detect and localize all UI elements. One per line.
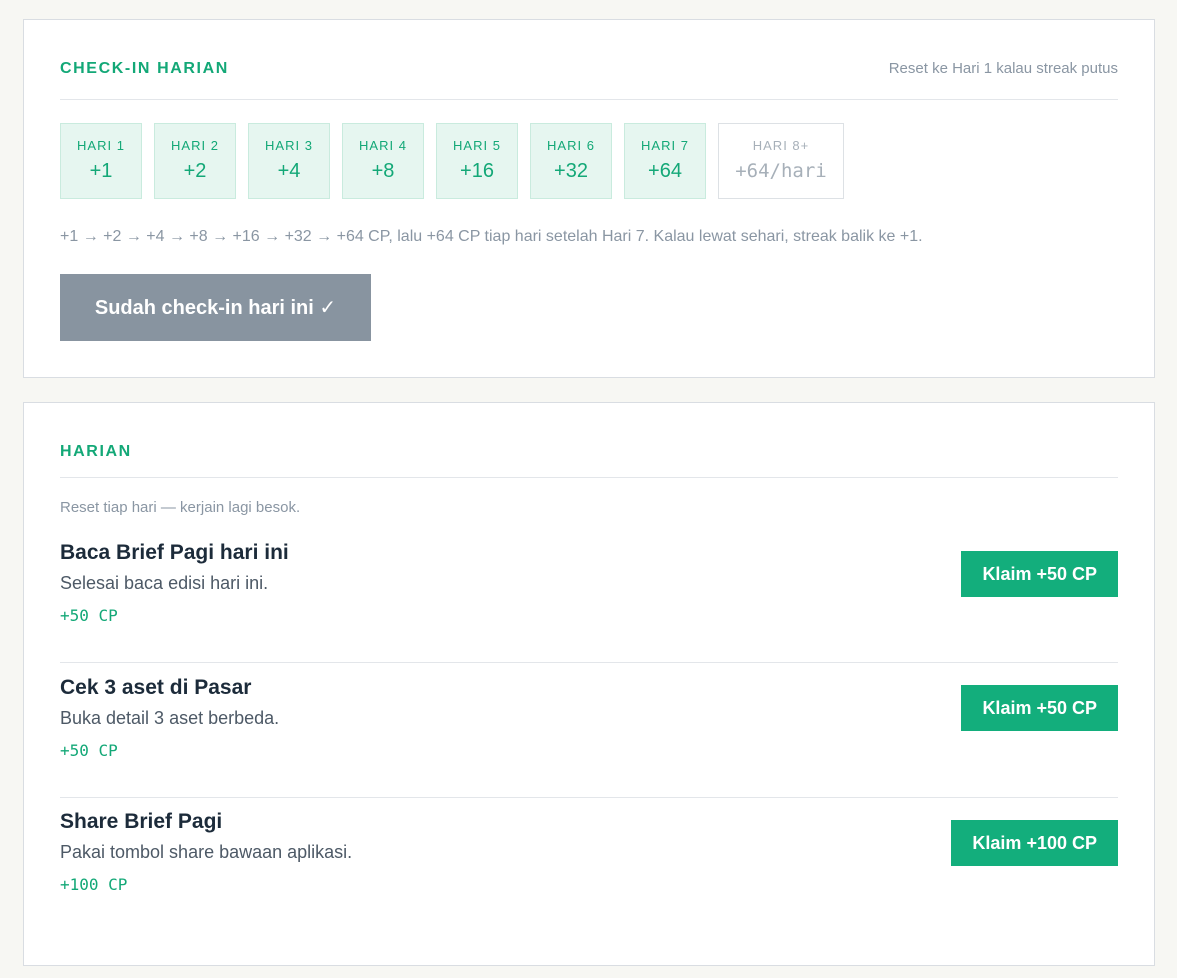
day-label: HARI 1 [77,138,125,153]
quest-title: Share Brief Pagi [60,810,223,833]
day-label: HARI 4 [359,138,407,153]
day-label: HARI 3 [265,138,313,153]
day-tile-2: HARI 2 +2 [154,123,236,199]
checkin-reset-note: Reset ke Hari 1 kalau streak putus [888,60,1118,77]
quest-title: Cek 3 aset di Pasar [60,676,252,699]
quest-reward: +100 CP [60,875,128,894]
day-label: HARI 8+ [752,138,810,153]
day-value: +32 [554,160,588,182]
day-label: HARI 7 [641,138,689,153]
day-value: +16 [460,160,494,182]
checkin-done-button[interactable]: Sudah check-in hari ini ✓ [60,274,371,341]
streak-description: +1 → +2 → +4 → +8 → +16 → +32 → +64 CP, … [60,228,923,245]
day-tile-5: HARI 5 +16 [436,123,518,199]
quest-reward: +50 CP [60,606,118,625]
day-value: +2 [183,160,207,182]
daily-quests-card: HARIAN Reset tiap hari — kerjain lagi be… [23,402,1155,966]
day-value: +1 [89,160,113,182]
quest-item: Cek 3 aset di Pasar Buka detail 3 aset b… [60,662,1118,798]
day-value: +8 [371,160,395,182]
day-tile-4: HARI 4 +8 [342,123,424,199]
day-tile-8-plus: HARI 8+ +64/hari [718,123,844,199]
day-label: HARI 5 [453,138,501,153]
day-label: HARI 6 [547,138,595,153]
daily-reset-note: Reset tiap hari — kerjain lagi besok. [60,499,301,516]
day-tile-7: HARI 7 +64 [624,123,706,199]
quest-item: Baca Brief Pagi hari ini Selesai baca ed… [60,527,1118,663]
daily-title: HARIAN [60,443,132,460]
quest-description: Pakai tombol share bawaan aplikasi. [60,842,353,862]
quest-reward: +50 CP [60,741,118,760]
day-tile-6: HARI 6 +32 [530,123,612,199]
day-value: +64 [648,160,682,182]
claim-button[interactable]: Klaim +100 CP [951,820,1118,866]
quest-description: Selesai baca edisi hari ini. [60,573,269,593]
day-value: +64/hari [735,160,827,182]
day-value: +4 [277,160,301,182]
quest-item: Share Brief Pagi Pakai tombol share bawa… [60,796,1118,931]
quest-title: Baca Brief Pagi hari ini [60,541,289,564]
claim-button[interactable]: Klaim +50 CP [961,685,1118,731]
day-label: HARI 2 [171,138,219,153]
day-tile-3: HARI 3 +4 [248,123,330,199]
claim-button[interactable]: Klaim +50 CP [961,551,1118,597]
checkin-title: CHECK-IN HARIAN [60,60,229,77]
checkin-header: CHECK-IN HARIAN Reset ke Hari 1 kalau st… [60,20,1118,100]
day-tile-1: HARI 1 +1 [60,123,142,199]
daily-header: HARIAN [60,403,1118,478]
checkin-card: CHECK-IN HARIAN Reset ke Hari 1 kalau st… [23,19,1155,378]
quest-description: Buka detail 3 aset berbeda. [60,708,280,728]
